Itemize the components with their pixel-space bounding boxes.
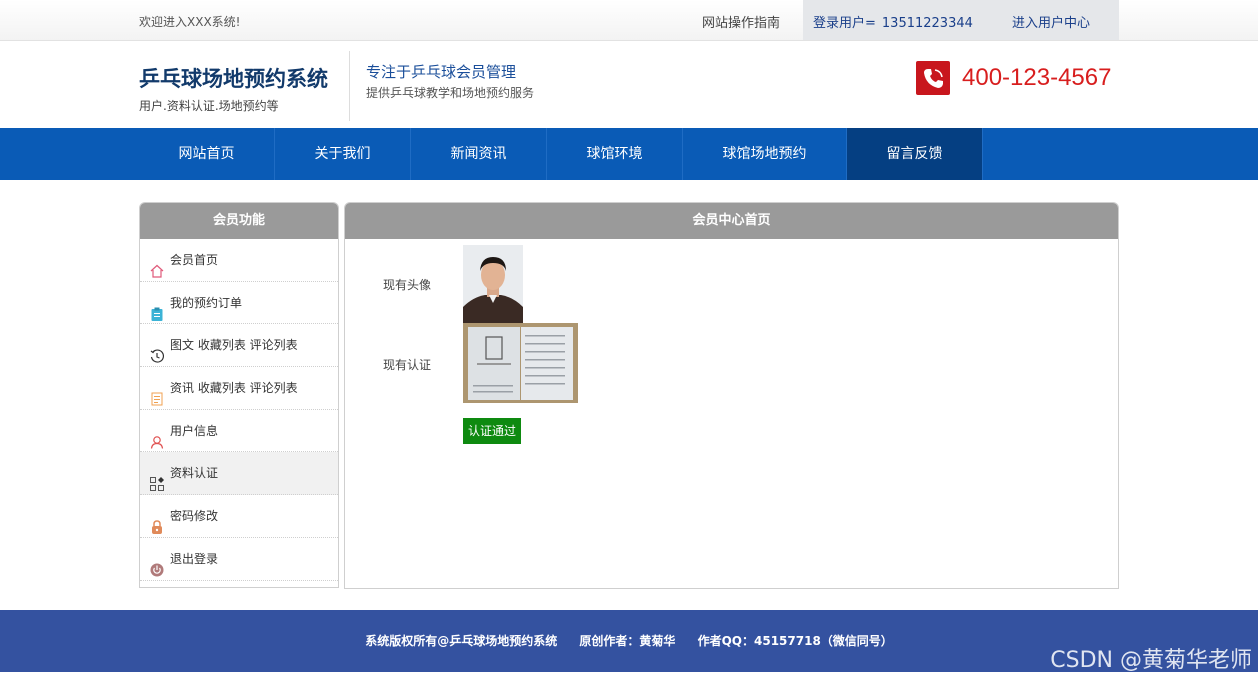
nav-item[interactable]: 新闻资讯: [411, 128, 547, 180]
sidebar-menu: 会员首页我的预约订单图文 收藏列表 评论列表 资讯 收藏列表 评论列表 用户信息资料…: [140, 239, 338, 581]
slogan-sub: 提供乒乓球教学和场地预约服务: [366, 86, 535, 100]
site-title[interactable]: 乒乓球场地预约系统: [139, 63, 328, 93]
nav-item[interactable]: 球馆场地预约: [683, 128, 847, 180]
user-icon: [150, 424, 164, 449]
login-user-info: 登录用户= 13511223344: [813, 12, 973, 31]
site-guide-link[interactable]: 网站操作指南: [702, 12, 780, 31]
main-nav: 网站首页 关于我们 新闻资讯 球馆环境 球馆场地预约 留言反馈: [0, 128, 1258, 180]
sidebar-item[interactable]: 图文 收藏列表 评论列表: [140, 324, 338, 368]
sidebar-item-label: 我的预约订单: [170, 295, 243, 310]
nav-item[interactable]: 留言反馈: [847, 128, 983, 180]
avatar-image: [463, 245, 523, 323]
home-icon: [150, 253, 164, 278]
clipboard-icon: [150, 296, 164, 321]
csdn-watermark: CSDN @黄菊华老师: [1050, 648, 1252, 673]
sidebar-item-label: 退出登录: [170, 551, 219, 566]
sidebar-item[interactable]: 用户信息: [140, 410, 338, 453]
phone-number: 400-123-4567: [962, 64, 1112, 91]
cert-label: 现有认证: [383, 358, 432, 372]
sidebar-item-label: 密码修改: [170, 509, 219, 524]
nav-item[interactable]: 球馆环境: [547, 128, 683, 180]
brand: 乒乓球场地预约系统 用户.资料认证.场地预约等: [139, 63, 328, 114]
lock-icon: [150, 509, 164, 535]
site-header: 乒乓球场地预约系统 用户.资料认证.场地预约等 专注于乒乓球会员管理 提供乒乓球…: [0, 41, 1258, 128]
grid-icon: [150, 466, 164, 492]
header-divider: [349, 51, 350, 121]
power-icon: [150, 552, 164, 577]
verification-status-badge: 认证通过: [463, 418, 522, 444]
sidebar-item[interactable]: 密码修改: [140, 495, 338, 538]
certificate-image: [463, 323, 578, 403]
sidebar-item[interactable]: 资料认证: [140, 452, 338, 496]
sidebar-item-label: 用户信息: [170, 423, 219, 438]
sidebar-item[interactable]: 会员首页: [140, 239, 338, 282]
site-subtitle: 用户.资料认证.场地预约等: [139, 99, 279, 113]
history-icon: [150, 338, 165, 364]
sidebar-item-label: 资料认证: [170, 466, 219, 481]
member-sidebar: 会员功能 会员首页我的预约订单图文 收藏列表 评论列表 资讯 收藏列表 评论列表用…: [139, 202, 339, 588]
sidebar-item-label: 会员首页: [170, 253, 219, 267]
sidebar-title: 会员功能: [140, 203, 338, 239]
footer-qq: 作者QQ：45157718（微信同号）: [697, 634, 893, 648]
top-bar: 欢迎进入XXX系统! 网站操作指南 登录用户= 13511223344 进入用户中…: [0, 0, 1258, 41]
nav-item[interactable]: 关于我们: [275, 128, 411, 180]
user-box: 登录用户= 13511223344 进入用户中心: [803, 0, 1119, 40]
login-label: 登录用户=: [813, 16, 876, 31]
member-content-panel: 会员中心首页 现有头像 现有认证 认证通过: [344, 202, 1119, 589]
sidebar-item[interactable]: 我的预约订单: [140, 282, 338, 325]
document-icon: [150, 381, 164, 406]
avatar-label: 现有头像: [383, 278, 432, 292]
welcome-text: 欢迎进入XXX系统!: [139, 15, 241, 29]
content-title: 会员中心首页: [345, 203, 1118, 239]
slogan-main: 专注于乒乓球会员管理: [366, 63, 517, 81]
phone-icon: [916, 61, 950, 95]
footer-copyright: 系统版权所有@乒乓球场地预约系统: [365, 634, 558, 648]
footer-author: 原创作者：黄菊华: [579, 634, 676, 648]
sidebar-item[interactable]: 退出登录: [140, 538, 338, 581]
sidebar-item-label: 资讯 收藏列表 评论列表: [170, 381, 298, 396]
sidebar-item-label: 图文 收藏列表 评论列表: [170, 338, 298, 353]
nav-item[interactable]: 网站首页: [139, 128, 275, 180]
sidebar-item[interactable]: 资讯 收藏列表 评论列表: [140, 367, 338, 410]
nav-items: 网站首页 关于我们 新闻资讯 球馆环境 球馆场地预约 留言反馈: [139, 128, 983, 180]
login-username: 13511223344: [881, 16, 973, 31]
slogan: 专注于乒乓球会员管理 提供乒乓球教学和场地预约服务: [366, 61, 534, 101]
user-center-link[interactable]: 进入用户中心: [1012, 12, 1090, 31]
